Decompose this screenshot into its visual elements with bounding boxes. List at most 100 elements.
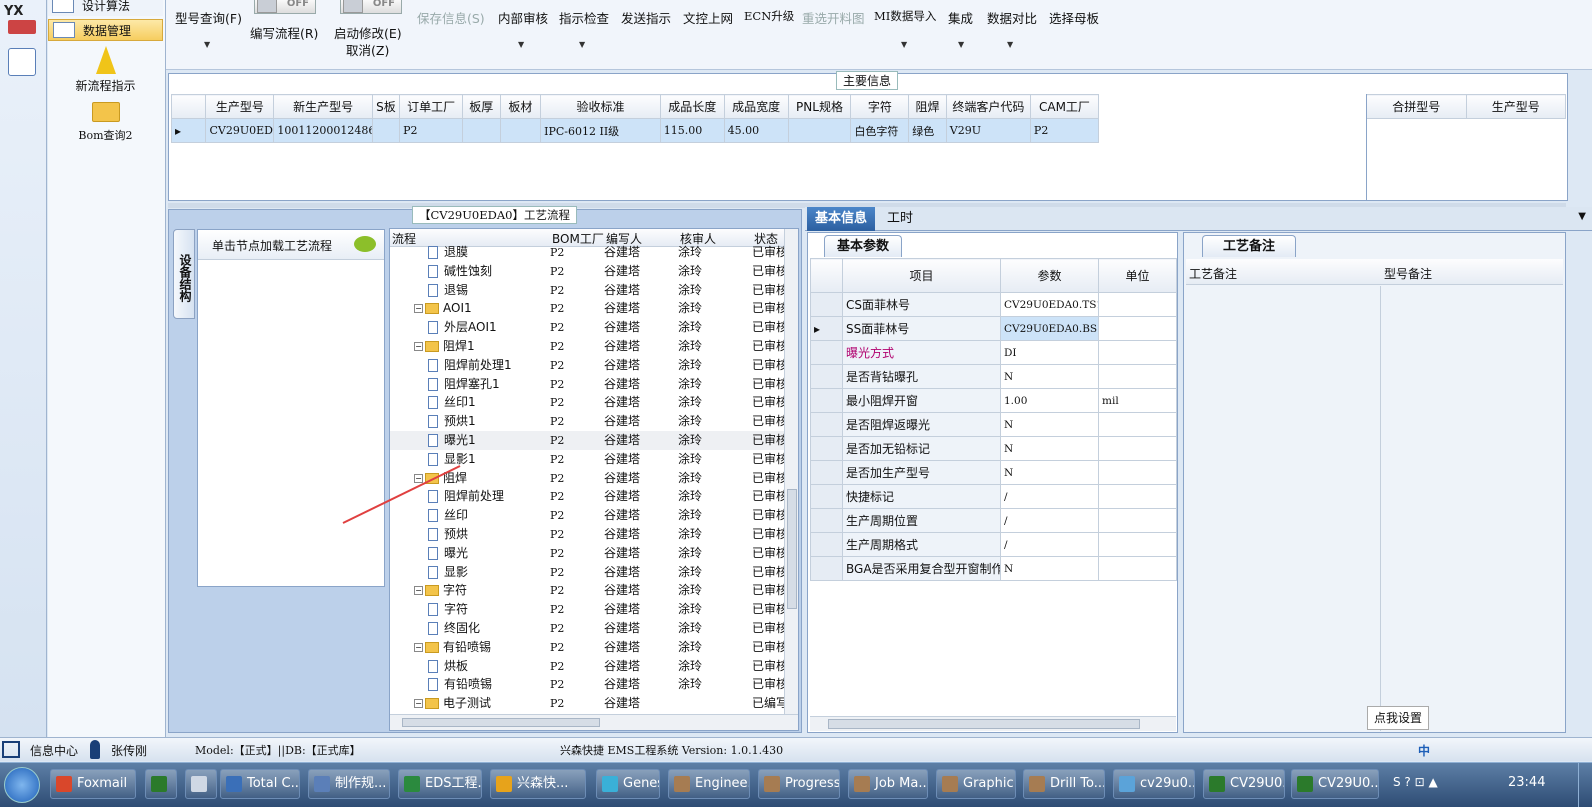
main-row-cell[interactable] <box>371 118 401 143</box>
process-memo-textarea[interactable] <box>1186 286 1381 731</box>
main-row-cell[interactable] <box>462 118 501 143</box>
taskbar-item[interactable]: cv29u0... <box>1113 769 1195 799</box>
tree-row[interactable]: − 字符 P2 谷建塔 涂玲 已审核 <box>390 581 790 600</box>
nav-tab-design-algo[interactable]: 设计算法 <box>48 0 163 16</box>
param-row[interactable]: BGA是否采用复合型开窗制作 N <box>810 556 1177 581</box>
param-value[interactable]: N <box>1000 364 1099 389</box>
main-header-cell[interactable]: 阻焊 <box>908 94 947 119</box>
param-value[interactable]: 1.00 <box>1000 388 1099 413</box>
doc-online-button[interactable]: 文控上网 <box>683 8 733 27</box>
main-row-cell[interactable]: CV29U0EDA0 <box>205 118 275 143</box>
chevron-down-icon[interactable]: ▼ <box>958 40 964 49</box>
main-header-cell[interactable]: 字符 <box>850 94 910 119</box>
taskbar-item[interactable] <box>185 769 217 799</box>
main-row-cell[interactable] <box>499 118 542 143</box>
nav-tab-data-manage[interactable]: 数据管理 <box>48 19 163 41</box>
taskbar-item[interactable]: CV29U0... <box>1203 769 1285 799</box>
param-row[interactable]: 曝光方式 DI <box>810 340 1177 365</box>
instruction-check-button[interactable]: 指示检查 <box>559 8 609 27</box>
tree-row[interactable]: 退膜 P2 谷建塔 涂玲 已审核 <box>390 243 790 262</box>
start-button[interactable] <box>4 767 40 803</box>
param-row[interactable]: 快捷标记 / <box>810 484 1177 509</box>
tree-row[interactable]: 终固化 P2 谷建塔 涂玲 已审核 <box>390 619 790 638</box>
row-pointer[interactable]: ▸ <box>810 316 843 341</box>
row-pointer[interactable] <box>810 460 843 485</box>
internal-audit-button[interactable]: 内部审核 <box>498 8 548 27</box>
tree-row[interactable]: − 阻焊1 P2 谷建塔 涂玲 已审核 <box>390 337 790 356</box>
integrate-button[interactable]: 集成 <box>948 8 973 27</box>
tree-row[interactable]: 退锡 P2 谷建塔 涂玲 已审核 <box>390 281 790 300</box>
param-value[interactable]: N <box>1000 436 1099 461</box>
param-row[interactable]: 是否加生产型号 N <box>810 460 1177 485</box>
ecn-upgrade-button[interactable]: ECN升级 <box>744 8 794 24</box>
tree-row[interactable]: 预烘 P2 谷建塔 涂玲 已审核 <box>390 525 790 544</box>
chevron-down-icon[interactable]: ▼ <box>518 40 524 49</box>
main-header-cell[interactable]: 订单工厂 <box>399 94 464 119</box>
send-instruction-button[interactable]: 发送指示 <box>621 8 671 27</box>
main-row-cell[interactable]: 45.00 <box>723 118 789 143</box>
tree-row[interactable]: 曝光 P2 谷建塔 涂玲 已审核 <box>390 544 790 563</box>
param-row[interactable]: ▸ SS面菲林号 CV29U0EDA0.BS1 <box>810 316 1177 341</box>
param-row[interactable]: 最小阻焊开窗 1.00 mil <box>810 388 1177 413</box>
tree-row[interactable]: 预烘1 P2 谷建塔 涂玲 已审核 <box>390 412 790 431</box>
taskbar-item[interactable]: Enginee... <box>668 769 750 799</box>
taskbar-item[interactable]: Progress <box>758 769 840 799</box>
main-row-cell[interactable]: P2 <box>399 118 464 143</box>
save-info-button[interactable]: 保存信息(S) <box>417 8 485 27</box>
model-query-button[interactable]: 型号查询(F) <box>175 8 242 27</box>
param-row[interactable]: 生产周期格式 / <box>810 532 1177 557</box>
main-header-cell[interactable]: 终端客户代码 <box>945 94 1031 119</box>
main-row-cell[interactable]: 10011200012486 <box>273 118 373 143</box>
main-row-cell[interactable]: P2 <box>1029 118 1100 143</box>
tab-work-hours[interactable]: 工时 <box>879 207 921 231</box>
taskbar-item[interactable]: Genesis <box>596 769 660 799</box>
write-flow-button[interactable]: 编写流程(R) <box>250 23 318 42</box>
main-header-cell[interactable]: 新生产型号 <box>273 94 373 119</box>
start-modify-toggle[interactable]: OFF <box>340 0 402 14</box>
main-header-cell[interactable]: S板 <box>371 94 401 119</box>
param-value[interactable]: DI <box>1000 340 1099 365</box>
chevron-down-icon[interactable]: ▼ <box>1007 40 1013 49</box>
param-value[interactable]: / <box>1000 508 1099 533</box>
tree-row[interactable]: 阻焊前处理1 P2 谷建塔 涂玲 已审核 <box>390 356 790 375</box>
clock[interactable]: 23:44 <box>1508 775 1545 790</box>
tab-process-memo[interactable]: 工艺备注 <box>1202 235 1297 257</box>
row-pointer[interactable] <box>810 388 843 413</box>
tree-row[interactable]: 字符 P2 谷建塔 涂玲 已审核 <box>390 600 790 619</box>
chevron-down-icon[interactable]: ▼ <box>204 40 210 49</box>
param-value[interactable]: / <box>1000 532 1099 557</box>
taskbar-item[interactable]: 兴森快... <box>490 769 586 799</box>
chevron-down-icon[interactable]: ▼ <box>901 40 907 49</box>
row-pointer[interactable] <box>810 556 843 581</box>
collapse-icon[interactable]: − <box>414 699 423 709</box>
main-header-cell[interactable]: 生产型号 <box>205 94 275 119</box>
cancel-button[interactable]: 取消(Z) <box>346 40 389 59</box>
write-flow-toggle[interactable]: OFF <box>254 0 316 14</box>
data-compare-button[interactable]: 数据对比 <box>987 8 1037 27</box>
row-pointer[interactable] <box>810 412 843 437</box>
tree-row[interactable]: − 有铅喷锡 P2 谷建塔 涂玲 已审核 <box>390 638 790 657</box>
show-desktop-button[interactable] <box>1578 763 1592 807</box>
main-header-cell[interactable]: 验收标准 <box>540 94 661 119</box>
tab-basic-params[interactable]: 基本参数 <box>824 235 903 257</box>
tree-row[interactable]: 丝印1 P2 谷建塔 涂玲 已审核 <box>390 393 790 412</box>
calculator-icon[interactable] <box>8 48 36 76</box>
taskbar-item[interactable]: Graphic... <box>936 769 1016 799</box>
row-pointer[interactable]: ▸ <box>170 118 207 143</box>
param-value[interactable]: CV29U0EDA0.BS1 <box>1000 316 1099 341</box>
collapse-icon[interactable]: − <box>414 304 423 314</box>
tree-row[interactable]: 曝光1 P2 谷建塔 涂玲 已审核 <box>390 431 790 450</box>
tree-row[interactable]: − 电子测试 P2 谷建塔 已编写 <box>390 694 790 713</box>
tree-row[interactable]: 显影 P2 谷建塔 涂玲 已审核 <box>390 563 790 582</box>
taskbar-item[interactable] <box>145 769 177 799</box>
tree-row[interactable]: − AOI1 P2 谷建塔 涂玲 已审核 <box>390 299 790 318</box>
main-row-cell[interactable] <box>787 118 852 143</box>
main-header-cell[interactable]: CAM工厂 <box>1029 94 1100 119</box>
device-structure-tab[interactable]: 设备结构 <box>173 229 195 319</box>
param-row[interactable]: 是否背钻曝孔 N <box>810 364 1177 389</box>
settings-tooltip[interactable]: 点我设置 <box>1367 706 1429 730</box>
taskbar-item[interactable]: CV29U0... <box>1291 769 1379 799</box>
main-header-cell[interactable]: 成品宽度 <box>723 94 789 119</box>
mi-import-button[interactable]: MI数据导入 <box>874 8 936 24</box>
row-pointer[interactable] <box>810 364 843 389</box>
